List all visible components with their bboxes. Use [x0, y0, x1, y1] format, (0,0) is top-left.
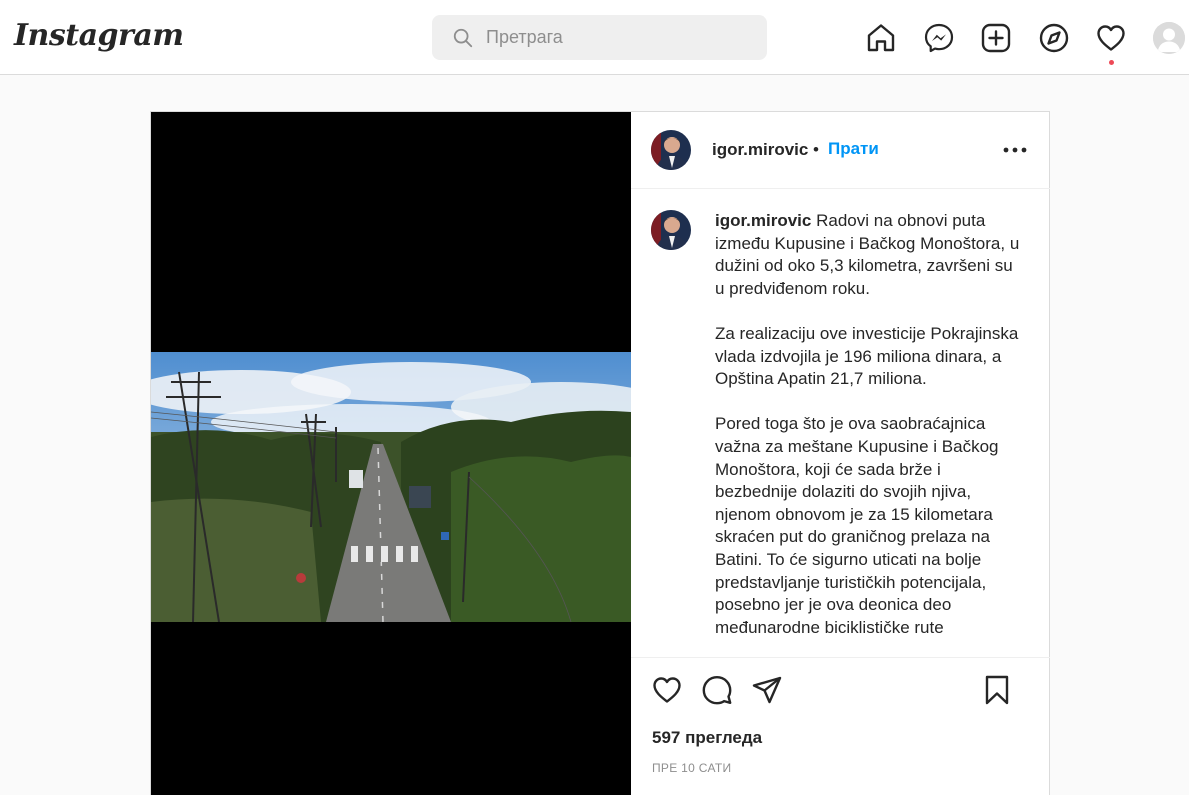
explore-icon[interactable] — [1038, 22, 1070, 54]
views-count[interactable]: 597 прегледа — [652, 728, 762, 748]
activity-heart-icon[interactable] — [1095, 22, 1127, 54]
comments-section[interactable]: igor.mirovic Radovi na obnovi puta izmeđ… — [631, 190, 1050, 656]
post-sidebar: igor.mirovic • Прати igor.mirovic Radovi… — [631, 112, 1050, 795]
caption-author-avatar[interactable] — [651, 210, 691, 250]
caption-paragraph: Pored toga što je ova saobraćajnica važn… — [715, 414, 999, 637]
search-icon — [453, 28, 473, 48]
follow-button[interactable]: Прати — [828, 139, 879, 159]
save-bookmark-icon[interactable] — [981, 674, 1013, 706]
post-actions: 597 прегледа ПРЕ 10 САТИ — [631, 657, 1050, 795]
post-video[interactable] — [151, 112, 631, 795]
messenger-icon[interactable] — [923, 22, 955, 54]
comment-icon[interactable] — [701, 674, 733, 706]
share-icon[interactable] — [751, 674, 783, 706]
top-nav: Instagram — [0, 0, 1189, 75]
caption-paragraph: Za realizaciju ove investicije Pokrajins… — [715, 323, 1019, 389]
post-caption: igor.mirovic Radovi na obnovi puta izmeđ… — [715, 210, 1020, 656]
post-header: igor.mirovic • Прати — [631, 112, 1050, 189]
search-input[interactable] — [486, 15, 756, 60]
separator-dot: • — [813, 140, 819, 159]
video-frame[interactable] — [151, 352, 631, 622]
post-timestamp[interactable]: ПРЕ 10 САТИ — [652, 761, 731, 775]
more-options-icon[interactable] — [1001, 138, 1029, 162]
caption-username[interactable]: igor.mirovic — [715, 211, 811, 230]
post-container: igor.mirovic • Прати igor.mirovic Radovi… — [150, 111, 1050, 795]
search-box[interactable] — [432, 15, 767, 60]
caption-paragraph: igor.mirovic Radovi na obnovi puta izmeđ… — [715, 210, 1020, 300]
home-icon[interactable] — [865, 22, 897, 54]
like-icon[interactable] — [651, 674, 683, 706]
author-avatar[interactable] — [651, 130, 691, 170]
author-username[interactable]: igor.mirovic — [712, 140, 808, 160]
profile-avatar[interactable] — [1153, 22, 1185, 54]
new-post-icon[interactable] — [980, 22, 1012, 54]
instagram-logo[interactable]: Instagram — [14, 18, 184, 53]
notification-dot — [1109, 60, 1114, 65]
